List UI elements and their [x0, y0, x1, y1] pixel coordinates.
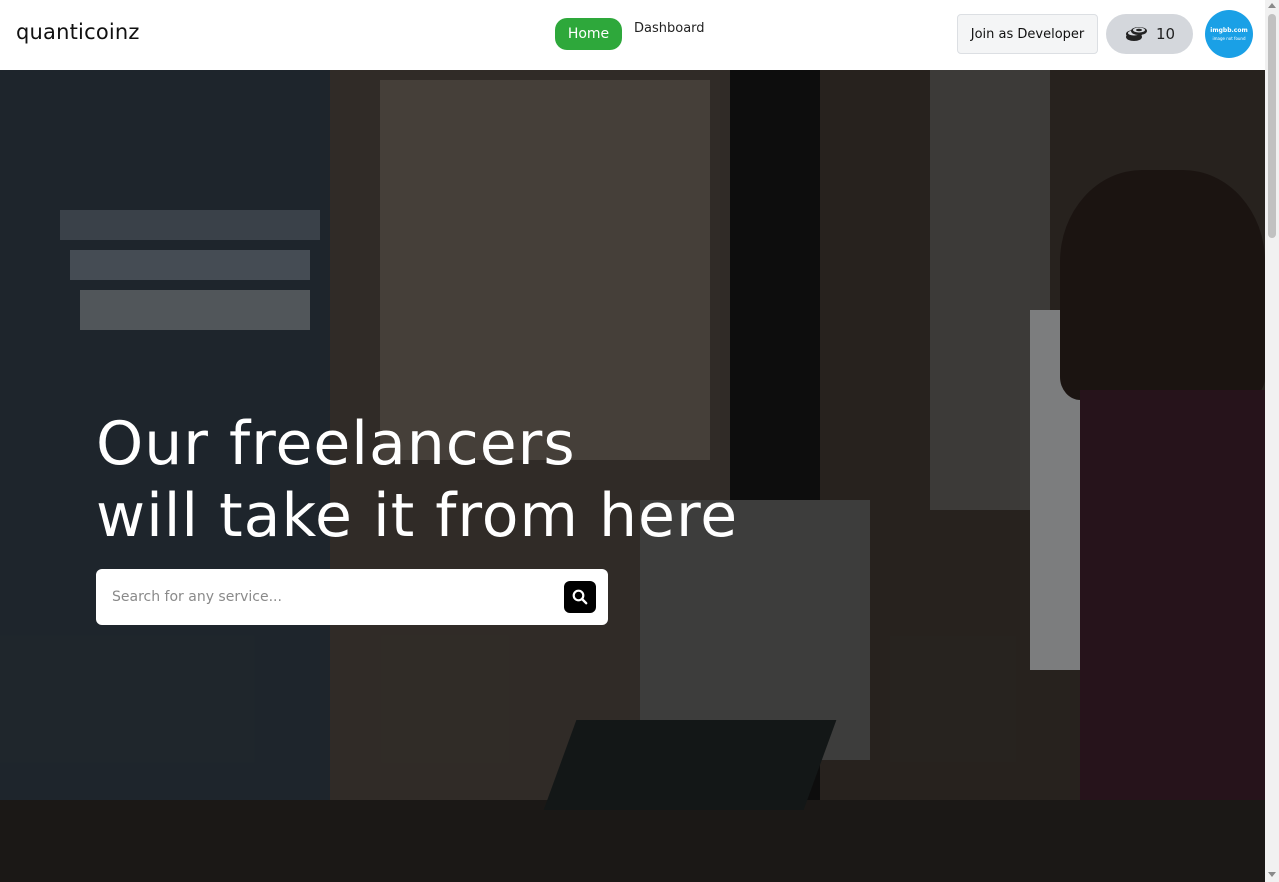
coins-icon	[1125, 27, 1147, 41]
avatar-text: imgbb.com	[1210, 27, 1248, 34]
search-icon	[572, 589, 588, 605]
user-avatar[interactable]: imgbb.com image not found	[1205, 10, 1253, 58]
scroll-up-arrow-icon[interactable]	[1268, 3, 1276, 8]
navbar: quanticoinz Home Dashboard Join as Devel…	[0, 0, 1265, 70]
hero-section: Our freelancers will take it from here	[0, 70, 1265, 882]
nav-home-link[interactable]: Home	[555, 18, 622, 50]
coin-count: 10	[1155, 25, 1176, 43]
service-search	[96, 569, 608, 625]
hero-headline-line1: Our freelancers	[96, 409, 576, 479]
scroll-down-arrow-icon[interactable]	[1268, 872, 1276, 877]
avatar-subtext: image not found	[1212, 36, 1246, 41]
search-input[interactable]	[112, 583, 552, 611]
nav-dashboard-link[interactable]: Dashboard	[634, 21, 705, 36]
search-button[interactable]	[564, 581, 596, 613]
page-scrollbar[interactable]	[1265, 0, 1279, 882]
hero-headline: Our freelancers will take it from here	[96, 408, 738, 552]
hero-headline-line2: will take it from here	[96, 481, 739, 551]
coin-balance[interactable]: 10	[1106, 14, 1193, 54]
scroll-thumb[interactable]	[1268, 14, 1276, 238]
brand-logo[interactable]: quanticoinz	[16, 20, 140, 44]
join-as-developer-button[interactable]: Join as Developer	[957, 14, 1098, 54]
